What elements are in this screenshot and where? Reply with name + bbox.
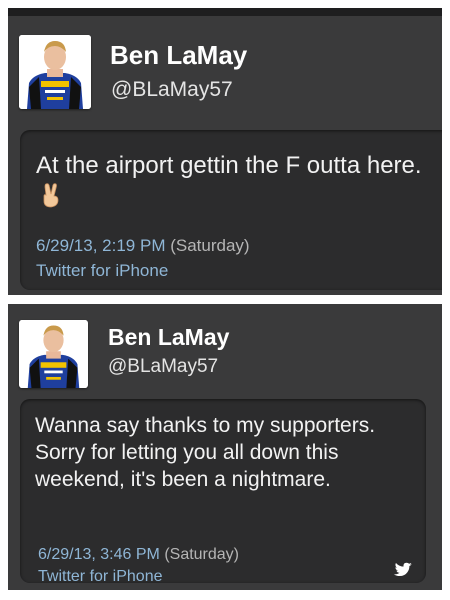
tweet-card-1: Ben LaMay @BLaMay57 At the airport getti… — [8, 8, 442, 295]
weekday: (Saturday) — [164, 546, 240, 563]
tweet-text: Wanna say thanks to my supporters. Sorry… — [35, 414, 376, 491]
avatar[interactable] — [19, 35, 91, 109]
avatar[interactable] — [19, 320, 88, 388]
tweet-timestamp: 6/29/13, 3:46 PM (Saturday) — [38, 546, 239, 564]
jersey-text-yamaha — [45, 90, 65, 93]
jersey-text-rockriver — [41, 81, 69, 87]
display-name[interactable]: Ben LaMay — [108, 324, 229, 351]
weekday: (Saturday) — [170, 236, 250, 255]
display-name[interactable]: Ben LaMay — [110, 40, 247, 71]
top-bar — [8, 8, 442, 16]
user-handle[interactable]: @BLaMay57 — [111, 78, 233, 102]
tweet-text-content: At the airport gettin the F outta here. — [36, 152, 422, 179]
user-handle[interactable]: @BLaMay57 — [108, 356, 218, 378]
timestamp-link[interactable]: 6/29/13, 3:46 PM — [38, 546, 160, 563]
victory-hand-icon — [40, 182, 62, 216]
tweet-card-2: Ben LaMay @BLaMay57 Wanna say thanks to … — [8, 304, 442, 590]
tweet-timestamp: 6/29/13, 2:19 PM (Saturday) — [36, 236, 250, 256]
source-link[interactable]: Twitter for iPhone — [36, 261, 168, 281]
source-link[interactable]: Twitter for iPhone — [38, 568, 163, 586]
timestamp-link[interactable]: 6/29/13, 2:19 PM — [36, 236, 165, 255]
twitter-bird-icon[interactable] — [391, 562, 413, 580]
tweet-text: At the airport gettin the F outta here. — [36, 150, 431, 216]
